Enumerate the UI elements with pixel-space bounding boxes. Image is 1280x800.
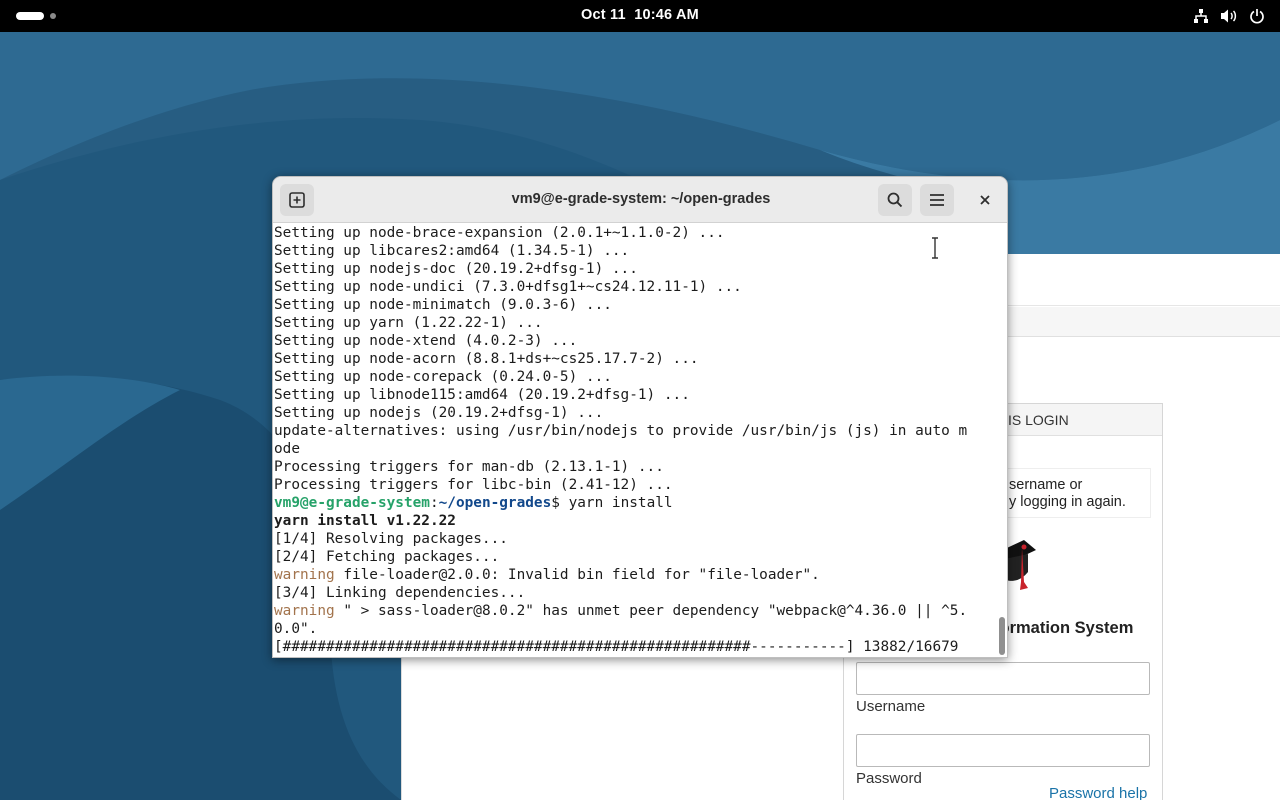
terminal-line: Setting up node-minimatch (9.0.3-6) ... bbox=[274, 297, 612, 313]
password-help-link[interactable]: Password help bbox=[1049, 785, 1147, 800]
terminal-line: Setting up node-xtend (4.0.2-3) ... bbox=[274, 333, 578, 349]
warning-tag: warning bbox=[274, 567, 335, 583]
system-tray[interactable] bbox=[1192, 7, 1266, 25]
yarn-step-line: [2/4] Fetching packages... bbox=[274, 549, 500, 565]
login-message-line2: y logging in again. bbox=[1009, 494, 1126, 510]
terminal-output[interactable]: Setting up node-brace-expansion (2.0.1+~… bbox=[273, 223, 995, 657]
username-label: Username bbox=[856, 698, 926, 715]
warning-continuation-line: 0.0". bbox=[274, 621, 318, 637]
prompt-path: ~/open-grades bbox=[438, 495, 552, 511]
prompt-separator: : bbox=[429, 495, 439, 511]
terminal-titlebar[interactable]: vm9@e-grade-system: ~/open-grades bbox=[273, 177, 1007, 223]
volume-icon[interactable] bbox=[1220, 7, 1238, 25]
network-icon[interactable] bbox=[1192, 7, 1210, 25]
terminal-line: Processing triggers for man-db (2.13.1-1… bbox=[274, 459, 664, 475]
text-cursor-icon bbox=[932, 237, 938, 259]
terminal-line: Setting up nodejs (20.19.2+dfsg-1) ... bbox=[274, 405, 604, 421]
yarn-header-line: yarn install v1.22.22 bbox=[274, 513, 456, 529]
close-icon bbox=[980, 195, 990, 205]
warning-line: warning file-loader@2.0.0: Invalid bin f… bbox=[274, 566, 995, 584]
terminal-line: Setting up nodejs-doc (20.19.2+dfsg-1) .… bbox=[274, 261, 638, 277]
warning-tag: warning bbox=[274, 603, 335, 619]
progress-line: [#######################################… bbox=[274, 639, 959, 655]
terminal-line: Setting up libcares2:amd64 (1.34.5-1) ..… bbox=[274, 243, 630, 259]
terminal-line: Setting up node-acorn (8.8.1+ds+~cs25.17… bbox=[274, 351, 699, 367]
login-message-line1: sername or bbox=[1009, 477, 1083, 493]
terminal-line: ode bbox=[274, 441, 300, 457]
password-input[interactable] bbox=[856, 734, 1150, 767]
terminal-line: Setting up node-undici (7.3.0+dfsg1+~cs2… bbox=[274, 279, 742, 295]
browser-bookmark-bar bbox=[1008, 307, 1280, 337]
terminal-line: Setting up libnode115:amd64 (20.19.2+dfs… bbox=[274, 387, 690, 403]
terminal-line: Processing triggers for libc-bin (2.41-1… bbox=[274, 477, 673, 493]
yarn-step-line: [3/4] Linking dependencies... bbox=[274, 585, 526, 601]
search-button[interactable] bbox=[878, 184, 912, 216]
warning-text: " > sass-loader@8.0.2" has unmet peer de… bbox=[334, 603, 968, 619]
warning-text: file-loader@2.0.0: Invalid bin field for… bbox=[334, 567, 820, 583]
power-icon[interactable] bbox=[1248, 7, 1266, 25]
search-icon bbox=[887, 192, 903, 208]
yarn-step-line: [1/4] Resolving packages... bbox=[274, 531, 508, 547]
hamburger-menu-icon bbox=[930, 194, 944, 206]
username-input[interactable] bbox=[856, 662, 1150, 695]
terminal-line: Setting up yarn (1.22.22-1) ... bbox=[274, 315, 543, 331]
terminal-line: Setting up node-corepack (0.24.0-5) ... bbox=[274, 369, 612, 385]
top-bar: Oct 11 10:46 AM bbox=[0, 0, 1280, 32]
prompt-command: yarn install bbox=[568, 495, 673, 511]
prompt-user-host: vm9@e-grade-system bbox=[274, 495, 430, 511]
terminal-scrollbar[interactable] bbox=[995, 223, 1007, 657]
clock-date: Oct 11 bbox=[581, 7, 626, 23]
scrollbar-thumb[interactable] bbox=[999, 617, 1005, 655]
browser-toolbar bbox=[1008, 254, 1280, 306]
clock[interactable]: Oct 11 10:46 AM bbox=[0, 7, 1280, 23]
terminal-line: update-alternatives: using /usr/bin/node… bbox=[274, 423, 968, 439]
clock-time: 10:46 AM bbox=[634, 7, 699, 23]
prompt-line: vm9@e-grade-system:~/open-grades$ yarn i… bbox=[274, 494, 995, 512]
password-label: Password bbox=[856, 770, 922, 787]
terminal-line: Setting up node-brace-expansion (2.0.1+~… bbox=[274, 225, 725, 241]
prompt-symbol: $ bbox=[551, 495, 569, 511]
terminal-window[interactable]: vm9@e-grade-system: ~/open-grades Settin… bbox=[272, 176, 1008, 658]
close-button[interactable] bbox=[973, 188, 997, 212]
main-menu-button[interactable] bbox=[920, 184, 954, 216]
warning-line: warning " > sass-loader@8.0.2" has unmet… bbox=[274, 602, 995, 620]
